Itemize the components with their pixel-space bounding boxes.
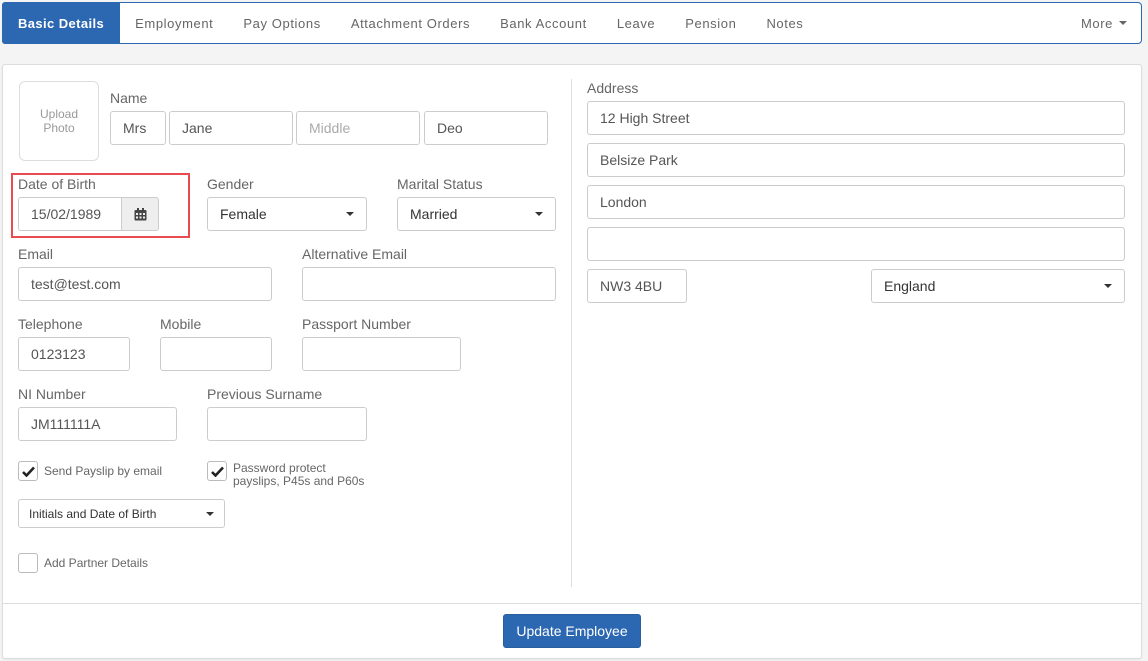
address-line2-value: Belsize Park — [600, 152, 678, 168]
email-label: Email — [18, 246, 54, 262]
address-line3-input[interactable]: London — [587, 185, 1125, 219]
email-value: test@test.com — [31, 276, 121, 292]
marital-status-select[interactable]: Married — [397, 197, 556, 231]
address-label: Address — [587, 80, 639, 96]
telephone-value: 0123123 — [31, 346, 86, 362]
caret-down-icon — [206, 511, 214, 516]
dob-label: Date of Birth — [18, 176, 96, 192]
tab-pension[interactable]: Pension — [670, 3, 751, 43]
passport-label: Passport Number — [302, 316, 411, 332]
gender-select[interactable]: Female — [207, 197, 367, 231]
name-label: Name — [110, 90, 148, 106]
title-value: Mrs — [123, 120, 147, 136]
middle-name-input[interactable]: Middle — [296, 111, 420, 145]
title-input[interactable]: Mrs — [110, 111, 166, 145]
upload-photo-line2: Photo — [43, 121, 75, 135]
middle-name-placeholder: Middle — [309, 120, 351, 136]
telephone-input[interactable]: 0123123 — [18, 337, 130, 371]
upload-photo-button[interactable]: Upload Photo — [19, 81, 99, 161]
send-payslip-checkbox[interactable] — [18, 461, 38, 481]
add-partner-checkbox[interactable] — [18, 553, 38, 573]
password-type-select[interactable]: Initials and Date of Birth — [18, 499, 225, 528]
tab-bank-account[interactable]: Bank Account — [485, 3, 602, 43]
update-employee-button[interactable]: Update Employee — [503, 614, 641, 648]
address-line1-value: 12 High Street — [600, 110, 690, 126]
address-line3-value: London — [600, 194, 647, 210]
passport-input[interactable] — [302, 337, 461, 371]
checkmark-icon — [210, 466, 224, 477]
password-protect-label: Password protect payslips, P45s and P60s — [233, 462, 364, 488]
previous-surname-label: Previous Surname — [207, 386, 323, 402]
country-value: England — [884, 278, 936, 294]
first-name-value: Jane — [182, 120, 213, 136]
postcode-input[interactable]: NW3 4BU — [587, 269, 687, 303]
address-line2-input[interactable]: Belsize Park — [587, 143, 1125, 177]
tab-employment[interactable]: Employment — [120, 3, 228, 43]
address-line4-input[interactable] — [587, 227, 1125, 261]
ni-number-label: NI Number — [18, 386, 86, 402]
last-name-value: Deo — [437, 120, 463, 136]
password-type-value: Initials and Date of Birth — [29, 506, 157, 521]
caret-down-icon — [1104, 284, 1112, 288]
caret-down-icon — [346, 212, 354, 216]
last-name-input[interactable]: Deo — [424, 111, 548, 145]
tab-pay-options[interactable]: Pay Options — [228, 3, 335, 43]
mobile-label: Mobile — [160, 316, 202, 332]
add-partner-label: Add Partner Details — [44, 556, 149, 570]
calendar-icon — [134, 207, 146, 220]
tab-leave[interactable]: Leave — [602, 3, 670, 43]
ni-number-value: JM111111A — [31, 416, 101, 432]
password-protect-checkbox[interactable] — [207, 461, 227, 481]
mobile-input[interactable] — [160, 337, 272, 371]
tab-bar: Basic Details Employment Pay Options Att… — [2, 2, 1142, 44]
postcode-value: NW3 4BU — [600, 278, 663, 294]
caret-down-icon — [1119, 21, 1127, 25]
country-select[interactable]: England — [871, 269, 1125, 303]
footer-divider — [3, 603, 1141, 604]
marital-status-value: Married — [410, 206, 458, 222]
alt-email-input[interactable] — [302, 267, 556, 301]
upload-photo-line1: Upload — [39, 107, 79, 121]
dob-calendar-button[interactable] — [121, 197, 159, 231]
previous-surname-input[interactable] — [207, 407, 367, 441]
alt-email-label: Alternative Email — [302, 246, 408, 262]
checkmark-icon — [21, 466, 35, 477]
tab-basic-details[interactable]: Basic Details — [2, 2, 121, 44]
caret-down-icon — [535, 212, 543, 216]
tab-notes[interactable]: Notes — [751, 3, 818, 43]
more-label: More — [1080, 15, 1113, 31]
telephone-label: Telephone — [18, 316, 83, 332]
dob-input[interactable]: 15/02/1989 — [18, 197, 122, 231]
first-name-input[interactable]: Jane — [169, 111, 293, 145]
send-payslip-label: Send Payslip by email — [44, 464, 163, 478]
tab-attachment-orders[interactable]: Attachment Orders — [336, 3, 485, 43]
employee-form-panel: Upload Photo Name Mrs Jane Middle Deo Da… — [2, 64, 1142, 659]
dob-value: 15/02/1989 — [31, 206, 102, 222]
ni-number-input[interactable]: JM111111A — [18, 407, 177, 441]
password-protect-line2: payslips, P45s and P60s — [233, 474, 365, 488]
tab-more-dropdown[interactable]: More — [1066, 3, 1141, 43]
marital-status-label: Marital Status — [397, 176, 483, 192]
gender-label: Gender — [207, 176, 254, 192]
gender-value: Female — [220, 206, 267, 222]
email-input[interactable]: test@test.com — [18, 267, 272, 301]
address-line1-input[interactable]: 12 High Street — [587, 101, 1125, 135]
column-divider — [571, 79, 572, 587]
